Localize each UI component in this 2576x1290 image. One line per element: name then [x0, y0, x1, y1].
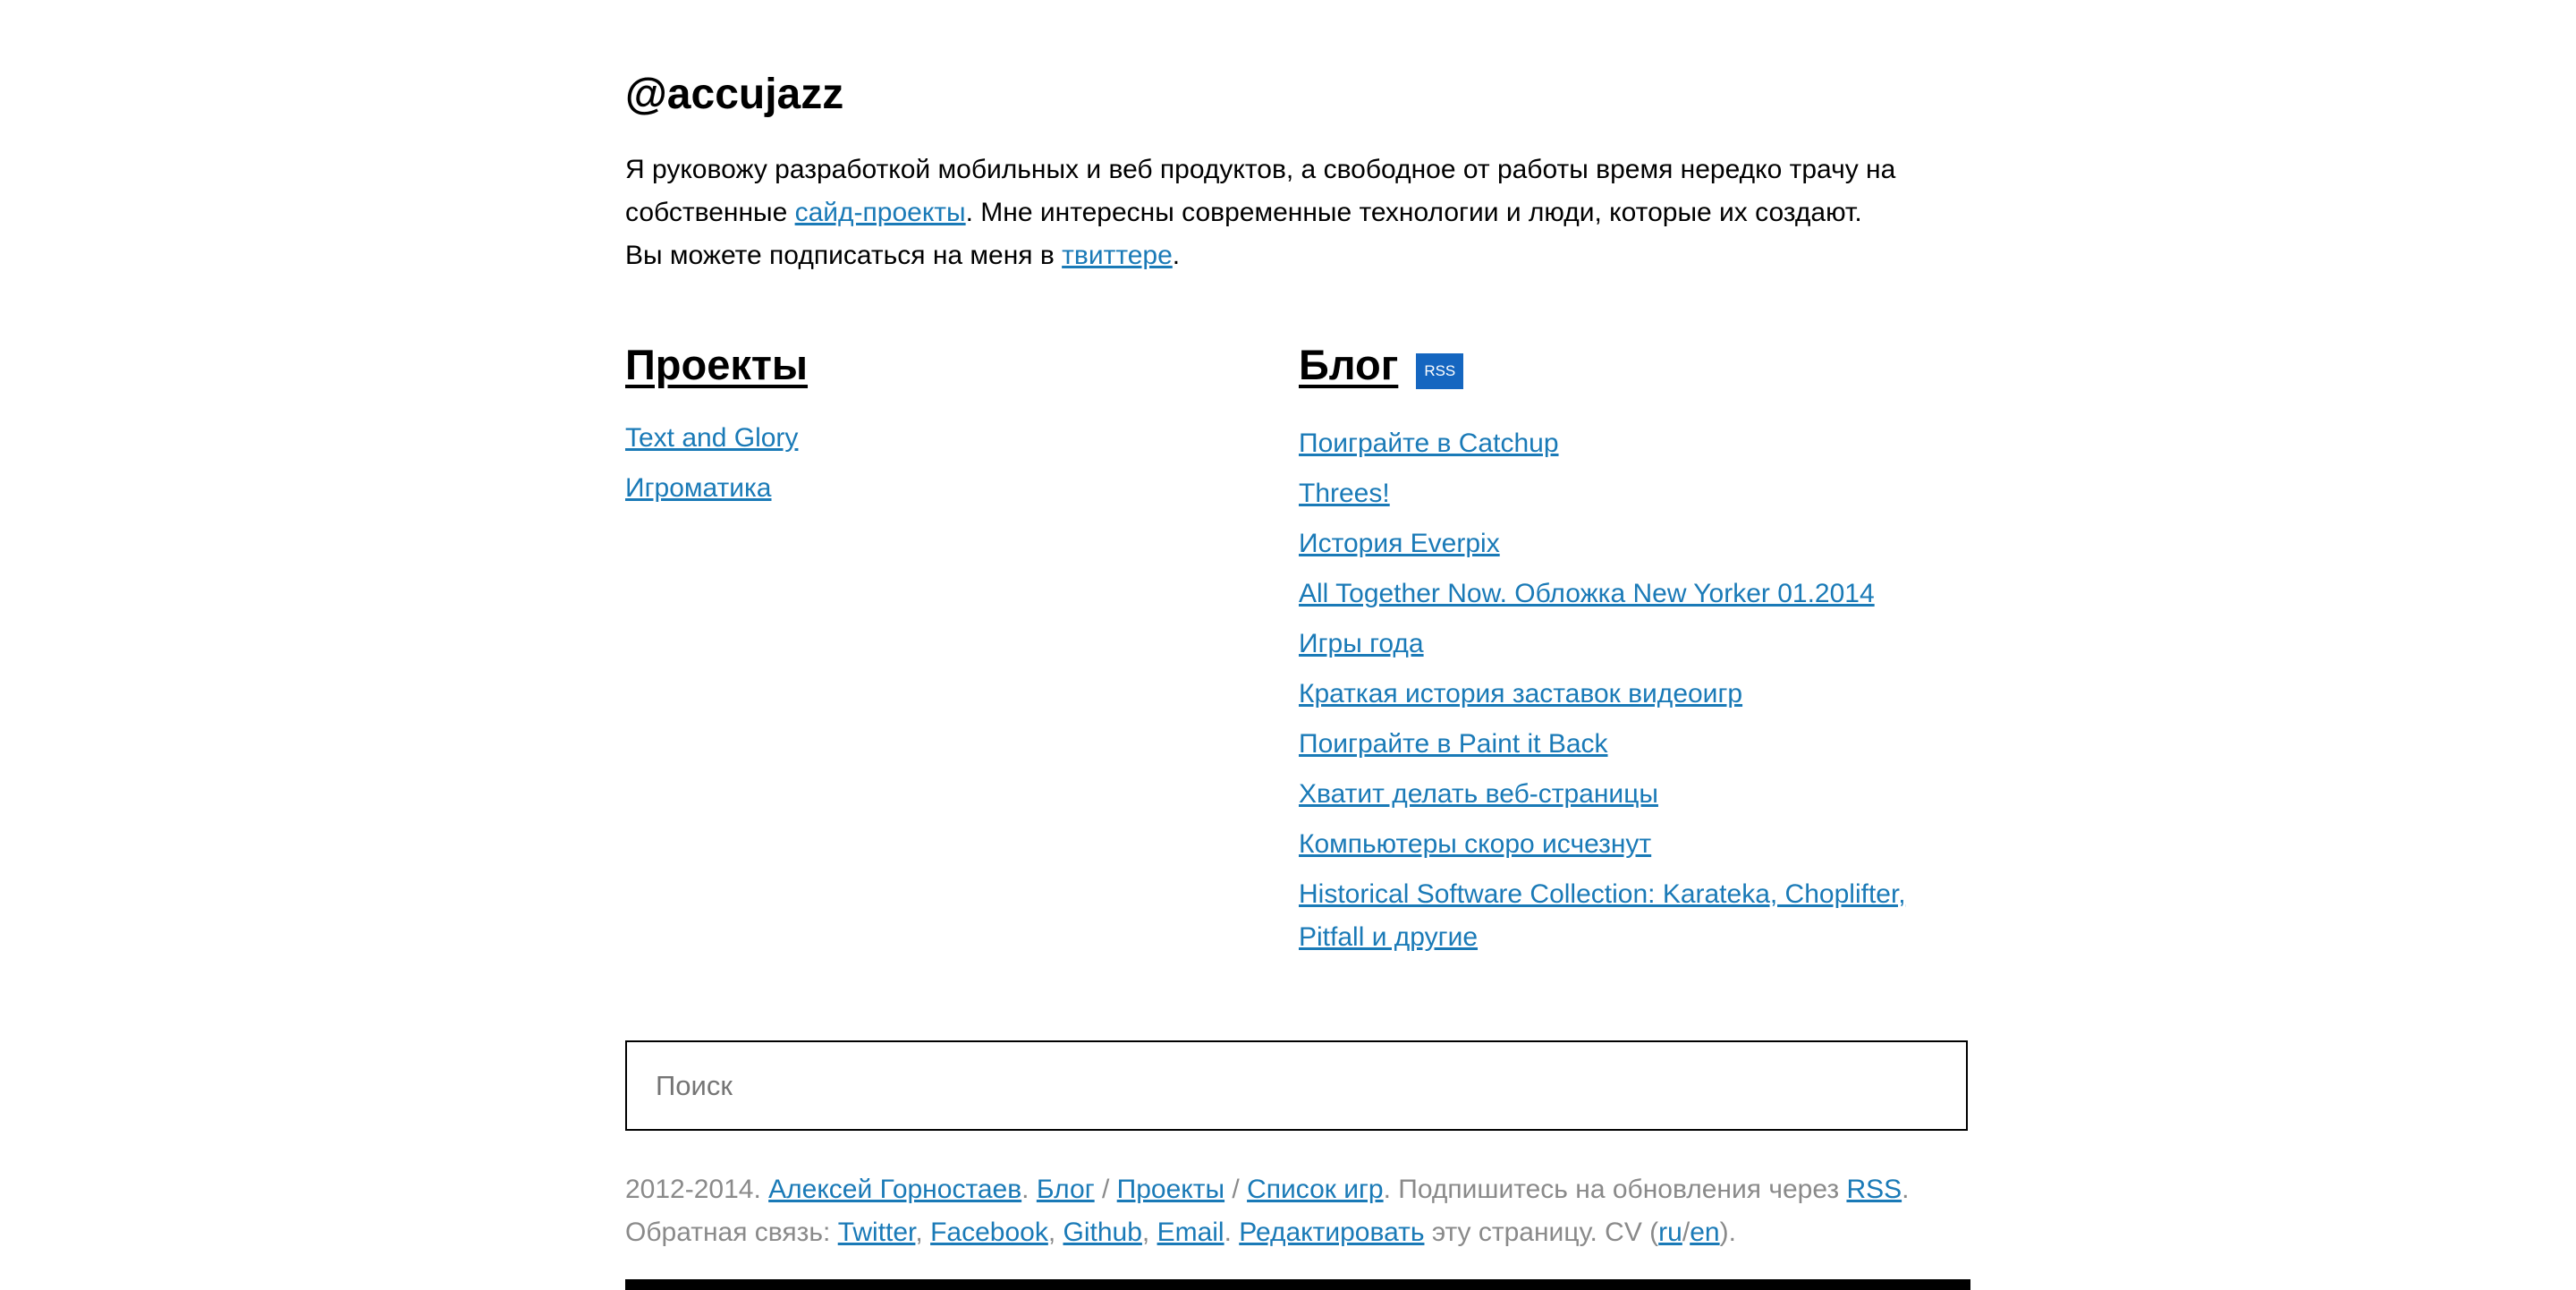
blog-post-link[interactable]: Threes!: [1299, 479, 1390, 508]
list-item: Поиграйте в Catchup: [1299, 422, 1970, 465]
footer-sep: .: [1224, 1218, 1240, 1247]
footer: 2012-2014. Алексей Горностаев. Блог / Пр…: [625, 1168, 1970, 1254]
projects-section: Проекты Text and Glory Игроматика: [625, 338, 1251, 513]
search-input[interactable]: [625, 1040, 1968, 1131]
blog-post-link[interactable]: Игры года: [1299, 629, 1424, 658]
footer-blog-link[interactable]: Блог: [1037, 1175, 1095, 1204]
intro-text-3: .: [1172, 241, 1181, 270]
footer-sep: /: [1094, 1175, 1117, 1204]
list-item: All Together Now. Обложка New Yorker 01.…: [1299, 573, 1970, 615]
projects-heading-label[interactable]: Проекты: [625, 338, 808, 392]
list-item: Threes!: [1299, 472, 1970, 515]
footer-projects-link[interactable]: Проекты: [1117, 1175, 1224, 1204]
footer-edit-link[interactable]: Редактировать: [1239, 1218, 1424, 1247]
list-item: Краткая история заставок видеоигр: [1299, 673, 1970, 716]
list-item: Historical Software Collection: Karateka…: [1299, 873, 1970, 959]
list-item: Text and Glory: [625, 413, 1251, 463]
footer-sep: /: [1682, 1218, 1690, 1247]
site-title: @accujazz: [625, 71, 844, 118]
footer-cv-en-link[interactable]: en: [1690, 1218, 1719, 1247]
blog-post-link[interactable]: Компьютеры скоро исчезнут: [1299, 829, 1651, 859]
footer-author-link[interactable]: Алексей Горностаев: [768, 1175, 1021, 1204]
footer-twitter-link[interactable]: Twitter: [838, 1218, 916, 1247]
blog-post-link[interactable]: Поиграйте в Paint it Back: [1299, 729, 1608, 759]
twitter-link[interactable]: твиттере: [1062, 241, 1173, 270]
footer-github-link[interactable]: Github: [1063, 1218, 1142, 1247]
project-link-text-and-glory[interactable]: Text and Glory: [625, 423, 798, 453]
list-item: Игры года: [1299, 623, 1970, 666]
footer-subscribe-text: . Подпишитесь на обновления через: [1383, 1175, 1847, 1204]
footer-sep: .: [1902, 1175, 1910, 1204]
rss-badge-button[interactable]: RSS: [1416, 353, 1464, 389]
projects-list: Text and Glory Игроматика: [625, 413, 1251, 513]
footer-feedback-label: Обратная связь:: [625, 1218, 838, 1247]
footer-games-list-link[interactable]: Список игр: [1247, 1175, 1384, 1204]
list-item: Поиграйте в Paint it Back: [1299, 723, 1970, 766]
blog-post-link[interactable]: История Everpix: [1299, 529, 1500, 558]
blog-post-link[interactable]: Краткая история заставок видеоигр: [1299, 679, 1742, 709]
footer-sep: /: [1224, 1175, 1248, 1204]
list-item: Хватит делать веб-страницы: [1299, 773, 1970, 816]
blog-post-link[interactable]: Поиграйте в Catchup: [1299, 429, 1559, 458]
blog-heading: Блог RSS: [1299, 338, 1970, 392]
list-item: Компьютеры скоро исчезнут: [1299, 823, 1970, 866]
list-item: Игроматика: [625, 463, 1251, 513]
footer-facebook-link[interactable]: Facebook: [930, 1218, 1048, 1247]
footer-cv-close: ).: [1719, 1218, 1736, 1247]
footer-years: 2012-2014.: [625, 1175, 769, 1204]
intro-paragraph: Я руковожу разработкой мобильных и веб п…: [625, 149, 1904, 277]
footer-sep: ,: [1141, 1218, 1157, 1247]
footer-rss-link[interactable]: RSS: [1846, 1175, 1902, 1204]
blog-posts-list: Поиграйте в Catchup Threes! История Ever…: [1299, 422, 1970, 959]
project-link-igromatika[interactable]: Игроматика: [625, 473, 772, 503]
bottom-divider-bar: [625, 1279, 1970, 1290]
footer-email-link[interactable]: Email: [1157, 1218, 1224, 1247]
blog-section: Блог RSS Поиграйте в Catchup Threes! Исто…: [1299, 338, 1970, 966]
blog-post-link[interactable]: Хватит делать веб-страницы: [1299, 779, 1658, 809]
footer-edit-suffix: эту страницу. CV (: [1424, 1218, 1659, 1247]
footer-sep: ,: [1047, 1218, 1063, 1247]
blog-post-link[interactable]: All Together Now. Обложка New Yorker 01.…: [1299, 579, 1875, 608]
list-item: История Everpix: [1299, 522, 1970, 565]
footer-sep: .: [1021, 1175, 1037, 1204]
footer-cv-ru-link[interactable]: ru: [1658, 1218, 1682, 1247]
side-projects-link[interactable]: сайд-проекты: [795, 198, 966, 227]
footer-sep: ,: [915, 1218, 931, 1247]
projects-heading[interactable]: Проекты: [625, 338, 1251, 392]
blog-post-link[interactable]: Historical Software Collection: Karateka…: [1299, 879, 1906, 952]
blog-heading-label[interactable]: Блог: [1299, 338, 1398, 392]
